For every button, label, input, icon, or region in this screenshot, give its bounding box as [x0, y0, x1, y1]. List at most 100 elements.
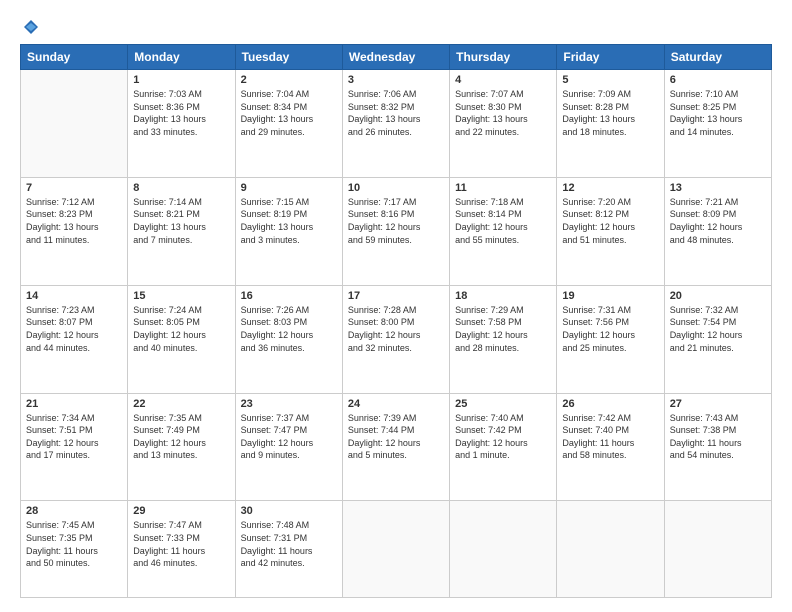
calendar-cell: 25Sunrise: 7:40 AM Sunset: 7:42 PM Dayli…	[450, 393, 557, 501]
calendar-header-friday: Friday	[557, 45, 664, 70]
calendar-week-2: 7 Sunrise: 7:12 AM Sunset: 8:23 PM Daylig…	[21, 177, 772, 285]
calendar-header-tuesday: Tuesday	[235, 45, 342, 70]
day-info: Sunrise: 7:47 AM Sunset: 7:33 PM Dayligh…	[133, 519, 229, 569]
calendar-cell: 24 Sunrise: 7:39 AM Sunset: 7:44 PM Dayli…	[342, 393, 449, 501]
calendar-cell	[21, 70, 128, 178]
calendar-cell: 13 Sunrise: 7:21 AM Sunset: 8:09 PM Dayli…	[664, 177, 771, 285]
day-number: 18	[455, 290, 551, 302]
day-info: Sunrise: 7:06 AM Sunset: 8:32 PM Dayligh…	[348, 88, 444, 138]
day-number: 8	[133, 182, 229, 194]
calendar-cell: 17 Sunrise: 7:28 AM Sunset: 8:00 PM Dayli…	[342, 285, 449, 393]
calendar-week-3: 14 Sunrise: 7:23 AM Sunset: 8:07 PM Dayli…	[21, 285, 772, 393]
day-number: 6	[670, 74, 766, 86]
day-info: Sunrise: 7:04 AM Sunset: 8:34 PM Dayligh…	[241, 88, 337, 138]
calendar-cell: 1Sunrise: 7:03 AM Sunset: 8:36 PM Daylig…	[128, 70, 235, 178]
day-number: 4	[455, 74, 551, 86]
calendar-week-5: 28 Sunrise: 7:45 AM Sunset: 7:35 PM Dayli…	[21, 501, 772, 598]
page: SundayMondayTuesdayWednesdayThursdayFrid…	[0, 0, 792, 612]
calendar-header-wednesday: Wednesday	[342, 45, 449, 70]
header	[20, 18, 772, 36]
calendar-cell: 5 Sunrise: 7:09 AM Sunset: 8:28 PM Daylig…	[557, 70, 664, 178]
day-info: Sunrise: 7:10 AM Sunset: 8:25 PM Dayligh…	[670, 88, 766, 138]
day-number: 27	[670, 398, 766, 410]
day-info: Sunrise: 7:37 AM Sunset: 7:47 PM Dayligh…	[241, 412, 337, 462]
calendar-cell	[557, 501, 664, 598]
day-number: 5	[562, 74, 658, 86]
calendar-cell: 28 Sunrise: 7:45 AM Sunset: 7:35 PM Dayli…	[21, 501, 128, 598]
day-info: Sunrise: 7:15 AM Sunset: 8:19 PM Dayligh…	[241, 196, 337, 246]
day-number: 29	[133, 505, 229, 517]
calendar-header-sunday: Sunday	[21, 45, 128, 70]
day-number: 20	[670, 290, 766, 302]
day-info: Sunrise: 7:09 AM Sunset: 8:28 PM Dayligh…	[562, 88, 658, 138]
calendar-cell: 6 Sunrise: 7:10 AM Sunset: 8:25 PM Daylig…	[664, 70, 771, 178]
calendar-cell: 10Sunrise: 7:17 AM Sunset: 8:16 PM Dayli…	[342, 177, 449, 285]
day-number: 17	[348, 290, 444, 302]
calendar-cell: 19 Sunrise: 7:31 AM Sunset: 7:56 PM Dayli…	[557, 285, 664, 393]
calendar-table: SundayMondayTuesdayWednesdayThursdayFrid…	[20, 44, 772, 598]
day-number: 30	[241, 505, 337, 517]
day-info: Sunrise: 7:14 AM Sunset: 8:21 PM Dayligh…	[133, 196, 229, 246]
calendar-cell: 8 Sunrise: 7:14 AM Sunset: 8:21 PM Daylig…	[128, 177, 235, 285]
day-info: Sunrise: 7:18 AM Sunset: 8:14 PM Dayligh…	[455, 196, 551, 246]
calendar-cell: 26 Sunrise: 7:42 AM Sunset: 7:40 PM Dayli…	[557, 393, 664, 501]
day-info: Sunrise: 7:03 AM Sunset: 8:36 PM Dayligh…	[133, 88, 229, 138]
day-info: Sunrise: 7:43 AM Sunset: 7:38 PM Dayligh…	[670, 412, 766, 462]
day-info: Sunrise: 7:12 AM Sunset: 8:23 PM Dayligh…	[26, 196, 122, 246]
day-number: 12	[562, 182, 658, 194]
day-number: 7	[26, 182, 122, 194]
day-info: Sunrise: 7:31 AM Sunset: 7:56 PM Dayligh…	[562, 304, 658, 354]
day-number: 14	[26, 290, 122, 302]
day-info: Sunrise: 7:07 AM Sunset: 8:30 PM Dayligh…	[455, 88, 551, 138]
calendar-cell: 3 Sunrise: 7:06 AM Sunset: 8:32 PM Daylig…	[342, 70, 449, 178]
day-info: Sunrise: 7:26 AM Sunset: 8:03 PM Dayligh…	[241, 304, 337, 354]
day-number: 21	[26, 398, 122, 410]
day-number: 23	[241, 398, 337, 410]
calendar-week-4: 21 Sunrise: 7:34 AM Sunset: 7:51 PM Dayli…	[21, 393, 772, 501]
day-number: 22	[133, 398, 229, 410]
day-number: 16	[241, 290, 337, 302]
day-number: 19	[562, 290, 658, 302]
day-info: Sunrise: 7:20 AM Sunset: 8:12 PM Dayligh…	[562, 196, 658, 246]
day-number: 13	[670, 182, 766, 194]
calendar-cell: 23 Sunrise: 7:37 AM Sunset: 7:47 PM Dayli…	[235, 393, 342, 501]
calendar-cell: 4 Sunrise: 7:07 AM Sunset: 8:30 PM Daylig…	[450, 70, 557, 178]
calendar-cell: 18 Sunrise: 7:29 AM Sunset: 7:58 PM Dayli…	[450, 285, 557, 393]
calendar-cell: 15Sunrise: 7:24 AM Sunset: 8:05 PM Dayli…	[128, 285, 235, 393]
calendar-cell: 27 Sunrise: 7:43 AM Sunset: 7:38 PM Dayli…	[664, 393, 771, 501]
logo-icon	[22, 18, 40, 36]
day-info: Sunrise: 7:21 AM Sunset: 8:09 PM Dayligh…	[670, 196, 766, 246]
calendar-cell: 30 Sunrise: 7:48 AM Sunset: 7:31 PM Dayli…	[235, 501, 342, 598]
day-info: Sunrise: 7:40 AM Sunset: 7:42 PM Dayligh…	[455, 412, 551, 462]
day-number: 24	[348, 398, 444, 410]
day-number: 28	[26, 505, 122, 517]
day-info: Sunrise: 7:23 AM Sunset: 8:07 PM Dayligh…	[26, 304, 122, 354]
day-info: Sunrise: 7:42 AM Sunset: 7:40 PM Dayligh…	[562, 412, 658, 462]
calendar-week-1: 1Sunrise: 7:03 AM Sunset: 8:36 PM Daylig…	[21, 70, 772, 178]
day-info: Sunrise: 7:48 AM Sunset: 7:31 PM Dayligh…	[241, 519, 337, 569]
day-info: Sunrise: 7:17 AM Sunset: 8:16 PM Dayligh…	[348, 196, 444, 246]
calendar-cell: 16 Sunrise: 7:26 AM Sunset: 8:03 PM Dayli…	[235, 285, 342, 393]
day-info: Sunrise: 7:34 AM Sunset: 7:51 PM Dayligh…	[26, 412, 122, 462]
calendar-cell: 9 Sunrise: 7:15 AM Sunset: 8:19 PM Daylig…	[235, 177, 342, 285]
day-info: Sunrise: 7:32 AM Sunset: 7:54 PM Dayligh…	[670, 304, 766, 354]
day-number: 26	[562, 398, 658, 410]
day-info: Sunrise: 7:24 AM Sunset: 8:05 PM Dayligh…	[133, 304, 229, 354]
calendar-header-row: SundayMondayTuesdayWednesdayThursdayFrid…	[21, 45, 772, 70]
day-number: 3	[348, 74, 444, 86]
calendar-header-saturday: Saturday	[664, 45, 771, 70]
logo	[20, 18, 40, 36]
calendar-cell: 21 Sunrise: 7:34 AM Sunset: 7:51 PM Dayli…	[21, 393, 128, 501]
day-number: 11	[455, 182, 551, 194]
day-info: Sunrise: 7:39 AM Sunset: 7:44 PM Dayligh…	[348, 412, 444, 462]
day-info: Sunrise: 7:45 AM Sunset: 7:35 PM Dayligh…	[26, 519, 122, 569]
day-number: 9	[241, 182, 337, 194]
calendar-cell	[342, 501, 449, 598]
calendar-cell: 2Sunrise: 7:04 AM Sunset: 8:34 PM Daylig…	[235, 70, 342, 178]
calendar-cell: 14 Sunrise: 7:23 AM Sunset: 8:07 PM Dayli…	[21, 285, 128, 393]
day-info: Sunrise: 7:28 AM Sunset: 8:00 PM Dayligh…	[348, 304, 444, 354]
calendar-cell: 11 Sunrise: 7:18 AM Sunset: 8:14 PM Dayli…	[450, 177, 557, 285]
day-info: Sunrise: 7:29 AM Sunset: 7:58 PM Dayligh…	[455, 304, 551, 354]
calendar-cell: 7 Sunrise: 7:12 AM Sunset: 8:23 PM Daylig…	[21, 177, 128, 285]
calendar-cell: 29 Sunrise: 7:47 AM Sunset: 7:33 PM Dayli…	[128, 501, 235, 598]
